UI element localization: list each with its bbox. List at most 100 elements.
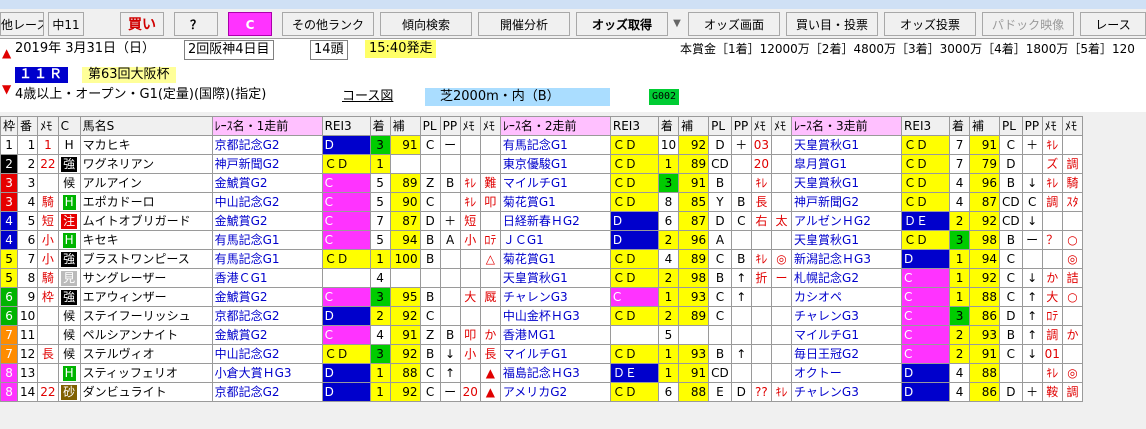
placing-cell[interactable]: 1 [657,154,680,174]
rei3-cell[interactable]: ＣＤ [901,173,951,193]
race-name-cell[interactable]: オクトー [791,363,903,383]
placing-cell[interactable]: 2 [949,211,971,231]
rei3-cell[interactable]: D [901,249,951,269]
rei3-cell[interactable]: ＣＤ [609,268,659,288]
memo-cell[interactable] [750,230,773,250]
hosei-cell[interactable]: 96 [969,173,1001,193]
hosei-cell[interactable]: 98 [678,268,710,288]
placing-cell[interactable]: 4 [949,173,971,193]
race-name-cell[interactable]: チャレンG3 [791,306,903,326]
waku-cell[interactable]: 3 [0,192,19,212]
pl-cell[interactable]: C [419,192,441,212]
pp-cell[interactable] [439,192,461,212]
race-name-cell[interactable]: 中山記念G2 [211,344,323,364]
hosei-cell[interactable]: 88 [969,287,1001,307]
rei3-cell[interactable]: C [609,287,659,307]
get-odds-button[interactable]: オッズ取得 [576,12,668,36]
memo-cell[interactable] [37,173,59,193]
memo-cell[interactable] [750,306,773,326]
placing-cell[interactable]: 3 [369,287,391,307]
horse-number-cell[interactable]: 9 [17,287,39,307]
pp-cell[interactable] [439,287,461,307]
placing-cell[interactable]: 1 [369,249,391,269]
placing-cell[interactable]: 1 [949,287,971,307]
pp-cell[interactable]: C [730,211,752,231]
next-race-arrow-icon[interactable]: ▼ [2,82,11,96]
rei3-cell[interactable]: ＣＤ [609,173,659,193]
hosei-cell[interactable]: 89 [389,173,421,193]
pp-cell[interactable] [439,249,461,269]
pl-cell[interactable]: B [708,173,732,193]
placing-cell[interactable]: 1 [369,154,391,174]
memo-cell[interactable]: 詰 [1061,268,1083,288]
pl-cell[interactable]: B [999,173,1023,193]
placing-cell[interactable]: 1 [949,249,971,269]
memo-cell[interactable] [479,154,501,174]
memo-cell[interactable]: 騎 [37,268,59,288]
pp-cell[interactable]: ー [439,382,461,402]
race-name-cell[interactable]: チャレンG3 [499,287,611,307]
pl-cell[interactable]: CD [708,154,732,174]
rei3-cell[interactable]: ＣＤ [609,306,659,326]
memo-cell[interactable]: 短 [37,211,59,231]
memo-cell[interactable]: 叩 [479,192,501,212]
rei3-cell[interactable]: C [321,230,371,250]
hosei-cell[interactable]: 79 [969,154,1001,174]
mark-cell[interactable]: 砂 [57,382,81,402]
rei3-cell[interactable]: D [901,363,951,383]
column-header[interactable]: 補 [678,116,710,136]
paddock-video-button[interactable]: パドック映像 [982,12,1074,36]
race-name-cell[interactable]: ＪＣG1 [499,230,611,250]
column-header[interactable]: 補 [389,116,421,136]
memo-cell[interactable]: 鞍 [1041,382,1063,402]
pl-cell[interactable]: CD [708,363,732,383]
rei3-cell[interactable]: D [321,363,371,383]
memo-cell[interactable] [750,344,773,364]
mark-cell[interactable]: 候 [57,306,81,326]
rei3-cell[interactable]: ＤＥ [609,363,659,383]
memo-cell[interactable]: ｷﾚ [459,192,481,212]
placing-cell[interactable]: 4 [369,325,391,345]
mark-cell[interactable]: H [57,363,81,383]
hosei-cell[interactable]: 87 [389,211,421,231]
rei3-cell[interactable]: C [321,173,371,193]
memo-cell[interactable]: 枠 [37,287,59,307]
placing-cell[interactable]: 2 [369,306,391,326]
waku-cell[interactable]: 6 [0,306,19,326]
hosei-cell[interactable]: 94 [389,230,421,250]
memo-cell[interactable]: ◎ [771,249,793,269]
hosei-cell[interactable]: 98 [969,230,1001,250]
memo-cell[interactable]: 長 [750,192,773,212]
memo-cell[interactable]: ｷﾚ [750,173,773,193]
memo-cell[interactable] [459,154,481,174]
memo-cell[interactable]: ?? [750,382,773,402]
pp-cell[interactable]: ー [439,135,461,155]
placing-cell[interactable]: 7 [949,154,971,174]
memo-cell[interactable]: ﾛﾃ [479,230,501,250]
memo-cell[interactable] [771,344,793,364]
help-button[interactable]: ？ [174,12,218,36]
pl-cell[interactable]: B [708,268,732,288]
waku-cell[interactable]: 2 [0,154,19,174]
mark-cell[interactable]: H [57,192,81,212]
hosei-cell[interactable]: 91 [389,325,421,345]
placing-cell[interactable]: 2 [657,230,680,250]
placing-cell[interactable]: 6 [657,382,680,402]
column-header[interactable]: 枠 [0,116,19,136]
table-row[interactable]: 3 4 騎 H エポカドーロ 中山記念G2 C 5 90 C ｷﾚ叩菊花賞G1 ＣＤ 8 85 Y B 長神戸新… [0,192,1083,212]
pp-cell[interactable]: ＋ [1021,382,1043,402]
memo-cell[interactable] [37,325,59,345]
race-name-cell[interactable]: 京都記念G2 [211,382,323,402]
horse-number-cell[interactable]: 4 [17,192,39,212]
horse-name-cell[interactable]: エポカドーロ [79,192,213,212]
hosei-cell[interactable]: 86 [969,306,1001,326]
race-name-cell[interactable]: カシオペ [791,287,903,307]
column-header[interactable]: PP [439,116,461,136]
pl-cell[interactable]: B [419,344,441,364]
race-name-cell[interactable]: 札幌記念G2 [791,268,903,288]
placing-cell[interactable]: 2 [949,344,971,364]
pp-cell[interactable] [1021,363,1043,383]
race-name-cell[interactable]: 東京優駿G1 [499,154,611,174]
placing-cell[interactable]: 5 [657,325,680,345]
pl-cell[interactable]: B [419,287,441,307]
